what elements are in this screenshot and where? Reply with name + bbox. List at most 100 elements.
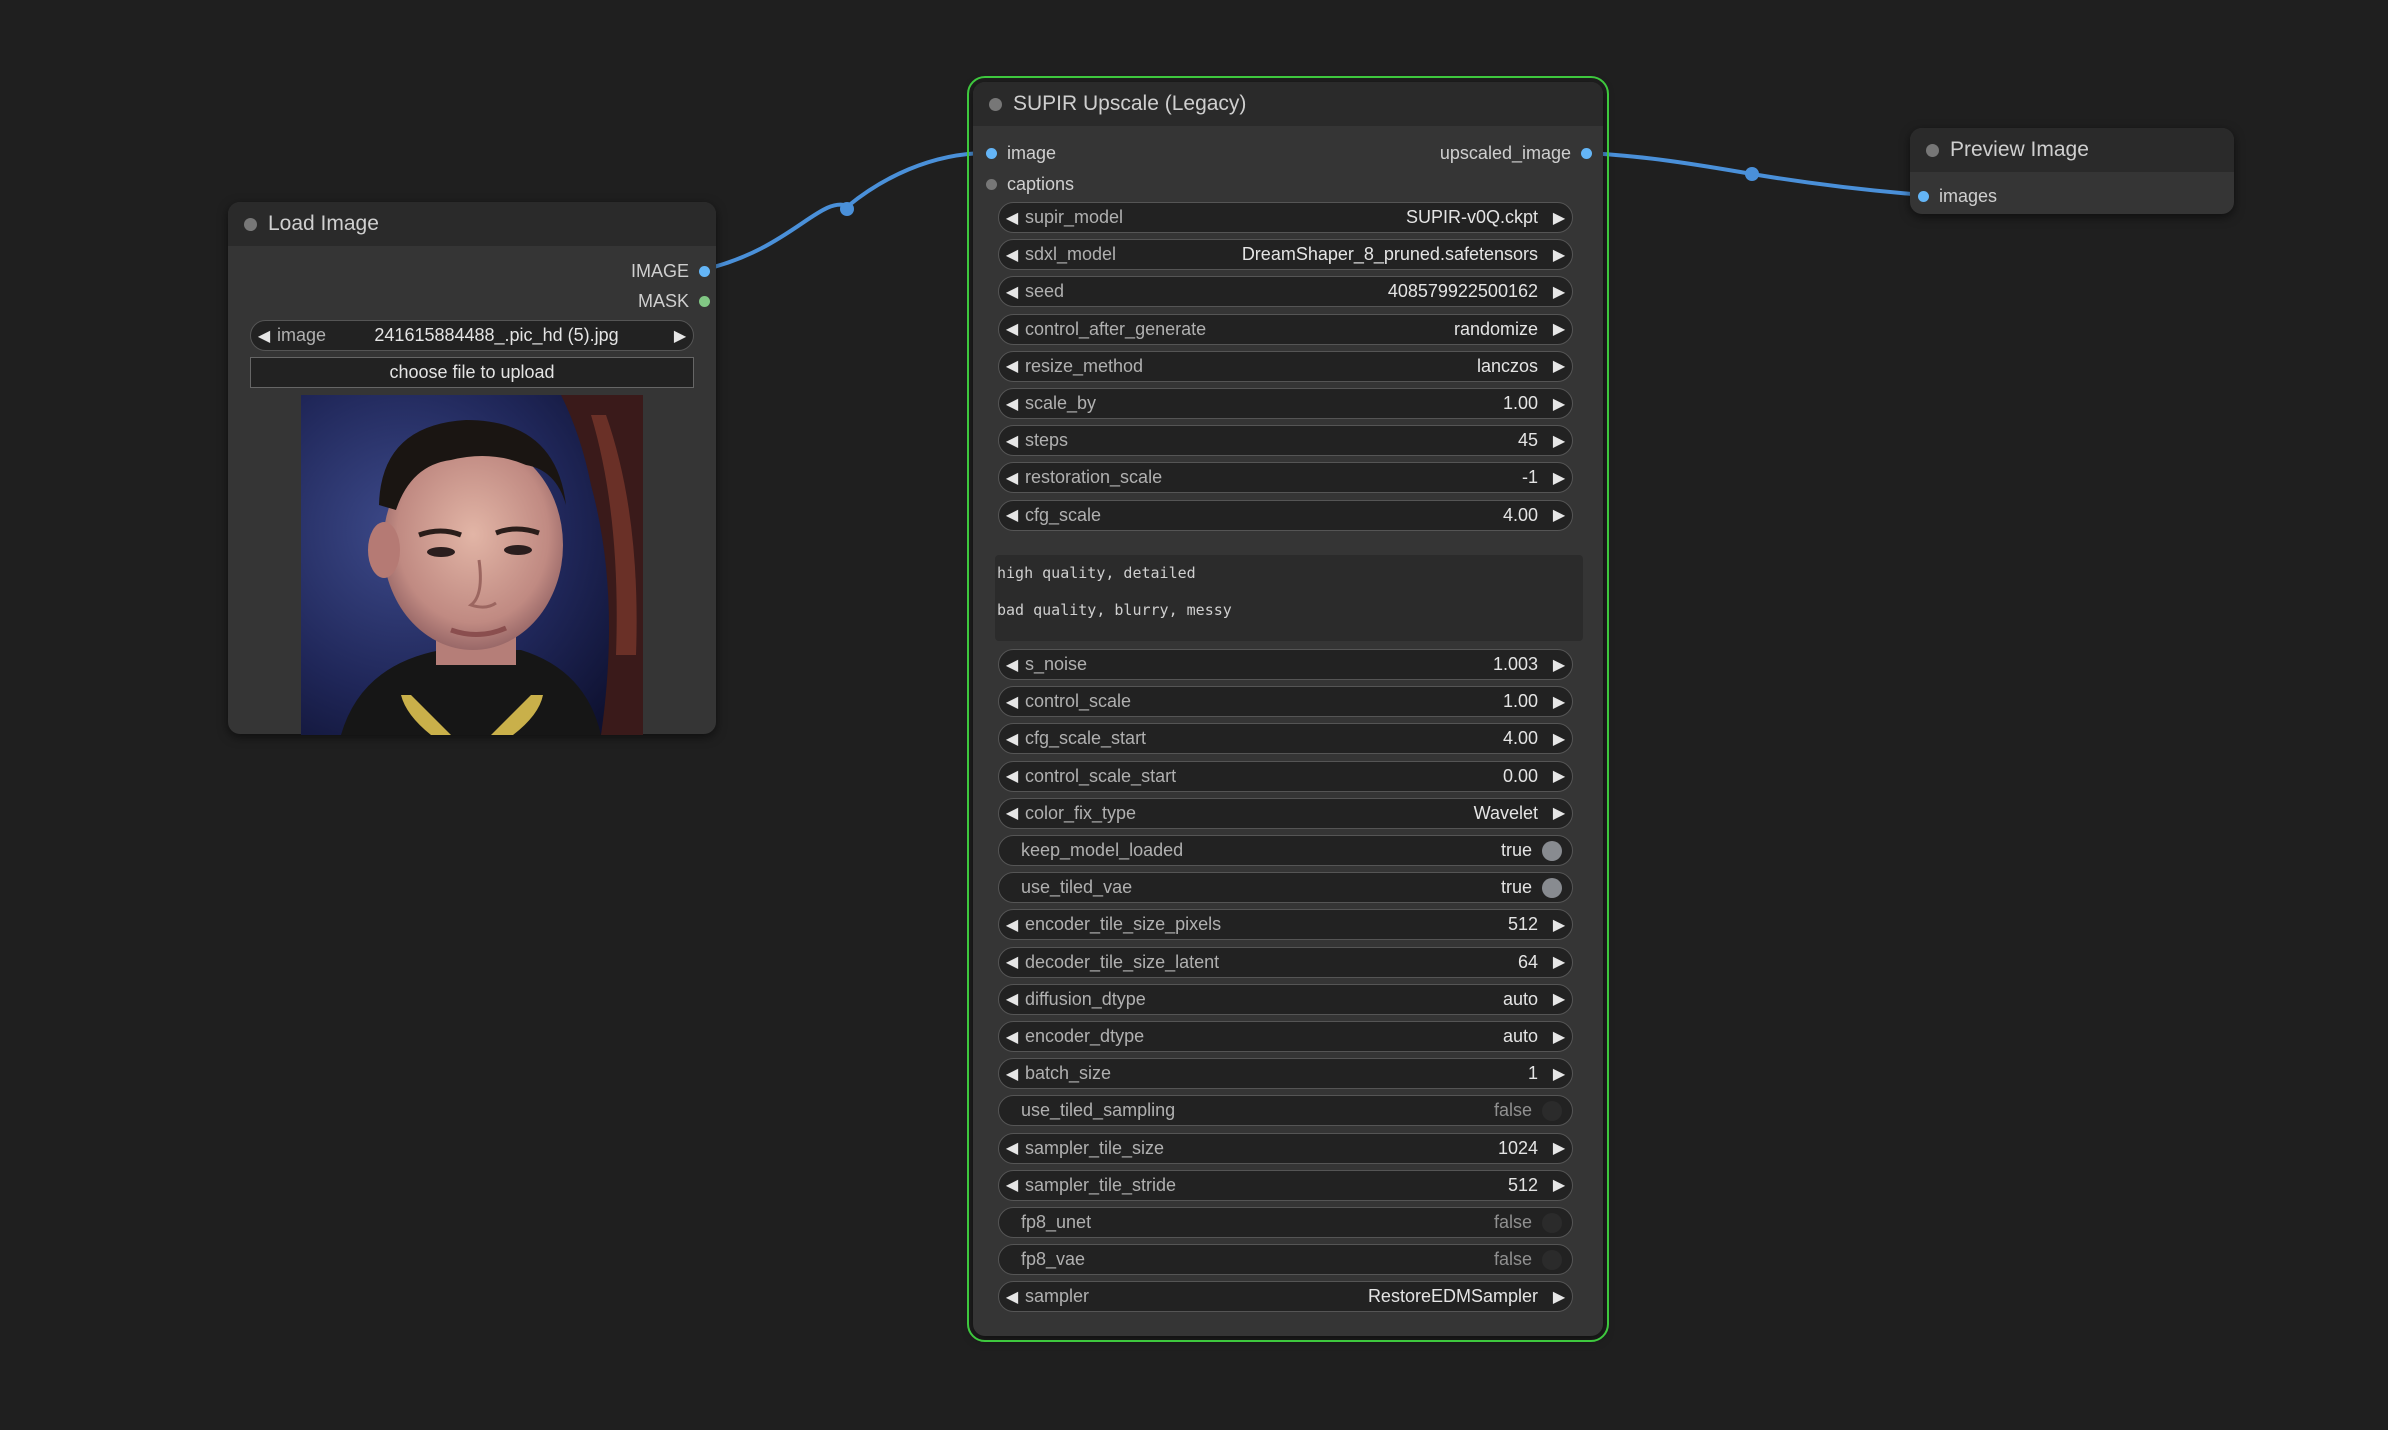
arrow-right-icon[interactable]: ▶ (1546, 803, 1572, 823)
arrow-right-icon[interactable]: ▶ (1546, 282, 1572, 302)
arrow-right-icon[interactable]: ▶ (1546, 356, 1572, 376)
arrow-left-icon[interactable]: ◀ (999, 989, 1025, 1009)
arrow-left-icon[interactable]: ◀ (999, 1027, 1025, 1047)
widget-s-noise[interactable]: ◀ s_noise 1.003 ▶ (998, 649, 1573, 680)
preview-header[interactable]: Preview Image (1910, 128, 2234, 172)
arrow-right-icon[interactable]: ▶ (667, 326, 693, 346)
input-images-slot-icon[interactable] (1918, 190, 1929, 202)
arrow-left-icon[interactable]: ◀ (999, 1138, 1025, 1158)
arrow-left-icon[interactable]: ◀ (999, 729, 1025, 749)
arrow-left-icon[interactable]: ◀ (999, 1064, 1025, 1084)
arrow-left-icon[interactable]: ◀ (999, 915, 1025, 935)
widget-batch-size[interactable]: ◀ batch_size 1 ▶ (998, 1058, 1573, 1090)
arrow-left-icon[interactable]: ◀ (999, 766, 1025, 786)
positive-prompt[interactable]: high quality, detailed (995, 561, 1583, 598)
widget-control-scale[interactable]: ◀ control_scale 1.00 ▶ (998, 686, 1573, 718)
widget-sdxl-model[interactable]: ◀ sdxl_model DreamShaper_8_pruned.safetens… (998, 239, 1573, 271)
arrow-right-icon[interactable]: ▶ (1546, 1027, 1572, 1047)
toggle-knob-icon[interactable] (1542, 840, 1562, 861)
output-upscaled-image[interactable]: upscaled_image (1380, 139, 1592, 167)
arrow-left-icon[interactable]: ◀ (999, 468, 1025, 488)
arrow-right-icon[interactable]: ▶ (1546, 952, 1572, 972)
widget-cfg-scale-start[interactable]: ◀ cfg_scale_start 4.00 ▶ (998, 723, 1573, 755)
arrow-right-icon[interactable]: ▶ (1546, 989, 1572, 1009)
image-select-widget[interactable]: ◀ image 241615884488_.pic_hd (5).jpg ▶ (250, 320, 694, 351)
arrow-right-icon[interactable]: ▶ (1546, 766, 1572, 786)
output-mask[interactable]: MASK (600, 287, 710, 315)
negative-prompt[interactable]: bad quality, blurry, messy (995, 598, 1583, 635)
upload-button[interactable]: choose file to upload (250, 357, 694, 388)
widget-fp8-unet[interactable]: fp8_unet false (998, 1207, 1573, 1238)
widget-control-scale-start[interactable]: ◀ control_scale_start 0.00 ▶ (998, 760, 1573, 792)
widget-seed[interactable]: ◀ seed 408579922500162 ▶ (998, 276, 1573, 308)
arrow-left-icon[interactable]: ◀ (999, 952, 1025, 972)
toggle-knob-icon[interactable] (1542, 1249, 1562, 1270)
input-captions-slot-icon[interactable] (986, 178, 997, 190)
widget-keep-model-loaded[interactable]: keep_model_loaded true (998, 835, 1573, 866)
arrow-left-icon[interactable]: ◀ (999, 692, 1025, 712)
output-image[interactable]: IMAGE (600, 257, 710, 285)
arrow-left-icon[interactable]: ◀ (999, 1175, 1025, 1195)
output-upscaled-slot-icon[interactable] (1581, 147, 1592, 159)
widget-color-fix-type[interactable]: ◀ color_fix_type Wavelet ▶ (998, 797, 1573, 829)
arrow-right-icon[interactable]: ▶ (1546, 431, 1572, 451)
link-midpoint-2[interactable] (1745, 167, 1759, 181)
widget-scale-by[interactable]: ◀ scale_by 1.00 ▶ (998, 388, 1573, 419)
arrow-left-icon[interactable]: ◀ (999, 431, 1025, 451)
supir-header[interactable]: SUPIR Upscale (Legacy) (973, 82, 1603, 126)
arrow-left-icon[interactable]: ◀ (999, 394, 1025, 414)
arrow-right-icon[interactable]: ▶ (1546, 468, 1572, 488)
output-mask-slot-icon[interactable] (699, 295, 710, 307)
widget-diffusion-dtype[interactable]: ◀ diffusion_dtype auto ▶ (998, 983, 1573, 1015)
load-image-header[interactable]: Load Image (228, 202, 716, 246)
widget-sampler-tile-stride[interactable]: ◀ sampler_tile_stride 512 ▶ (998, 1169, 1573, 1201)
input-captions[interactable]: captions (986, 170, 1074, 198)
collapse-dot-icon[interactable] (1926, 144, 1939, 157)
widget-encoder-tile-size-pixels[interactable]: ◀ encoder_tile_size_pixels 512 ▶ (998, 909, 1573, 941)
arrow-right-icon[interactable]: ▶ (1546, 655, 1572, 675)
arrow-left-icon[interactable]: ◀ (999, 356, 1025, 376)
widget-use-tiled-vae[interactable]: use_tiled_vae true (998, 872, 1573, 904)
widget-sampler[interactable]: ◀ sampler RestoreEDMSampler ▶ (998, 1281, 1573, 1313)
arrow-right-icon[interactable]: ▶ (1546, 915, 1572, 935)
prompt-textarea[interactable]: high quality, detailed bad quality, blur… (995, 555, 1583, 641)
arrow-left-icon[interactable]: ◀ (251, 326, 277, 346)
widget-resize-method[interactable]: ◀ resize_method lanczos ▶ (998, 350, 1573, 382)
widget-use-tiled-sampling[interactable]: use_tiled_sampling false (998, 1095, 1573, 1127)
arrow-left-icon[interactable]: ◀ (999, 208, 1025, 228)
widget-fp8-vae[interactable]: fp8_vae false (998, 1244, 1573, 1276)
arrow-right-icon[interactable]: ▶ (1546, 1138, 1572, 1158)
arrow-left-icon[interactable]: ◀ (999, 319, 1025, 339)
arrow-left-icon[interactable]: ◀ (999, 282, 1025, 302)
output-image-slot-icon[interactable] (699, 265, 710, 277)
arrow-left-icon[interactable]: ◀ (999, 245, 1025, 265)
arrow-left-icon[interactable]: ◀ (999, 655, 1025, 675)
arrow-right-icon[interactable]: ▶ (1546, 1064, 1572, 1084)
arrow-left-icon[interactable]: ◀ (999, 1287, 1025, 1307)
widget-steps[interactable]: ◀ steps 45 ▶ (998, 425, 1573, 457)
toggle-knob-icon[interactable] (1542, 877, 1562, 898)
input-image[interactable]: image (986, 139, 1056, 167)
arrow-left-icon[interactable]: ◀ (999, 803, 1025, 823)
input-image-slot-icon[interactable] (986, 147, 997, 159)
widget-sampler-tile-size[interactable]: ◀ sampler_tile_size 1024 ▶ (998, 1132, 1573, 1164)
widget-decoder-tile-size-latent[interactable]: ◀ decoder_tile_size_latent 64 ▶ (998, 946, 1573, 978)
arrow-right-icon[interactable]: ▶ (1546, 1175, 1572, 1195)
collapse-dot-icon[interactable] (244, 218, 257, 231)
widget-supir-model[interactable]: ◀ supir_model SUPIR-v0Q.ckpt ▶ (998, 202, 1573, 233)
arrow-left-icon[interactable]: ◀ (999, 505, 1025, 525)
arrow-right-icon[interactable]: ▶ (1546, 394, 1572, 414)
arrow-right-icon[interactable]: ▶ (1546, 505, 1572, 525)
arrow-right-icon[interactable]: ▶ (1546, 208, 1572, 228)
widget-encoder-dtype[interactable]: ◀ encoder_dtype auto ▶ (998, 1021, 1573, 1052)
arrow-right-icon[interactable]: ▶ (1546, 729, 1572, 749)
arrow-right-icon[interactable]: ▶ (1546, 245, 1572, 265)
toggle-knob-icon[interactable] (1542, 1212, 1562, 1233)
collapse-dot-icon[interactable] (989, 98, 1002, 111)
widget-control-after-generate[interactable]: ◀ control_after_generate randomize ▶ (998, 313, 1573, 345)
input-images[interactable]: images (1918, 182, 1997, 210)
toggle-knob-icon[interactable] (1542, 1100, 1562, 1121)
link-midpoint-1[interactable] (840, 202, 854, 216)
arrow-right-icon[interactable]: ▶ (1546, 692, 1572, 712)
widget-cfg-scale[interactable]: ◀ cfg_scale 4.00 ▶ (998, 499, 1573, 531)
